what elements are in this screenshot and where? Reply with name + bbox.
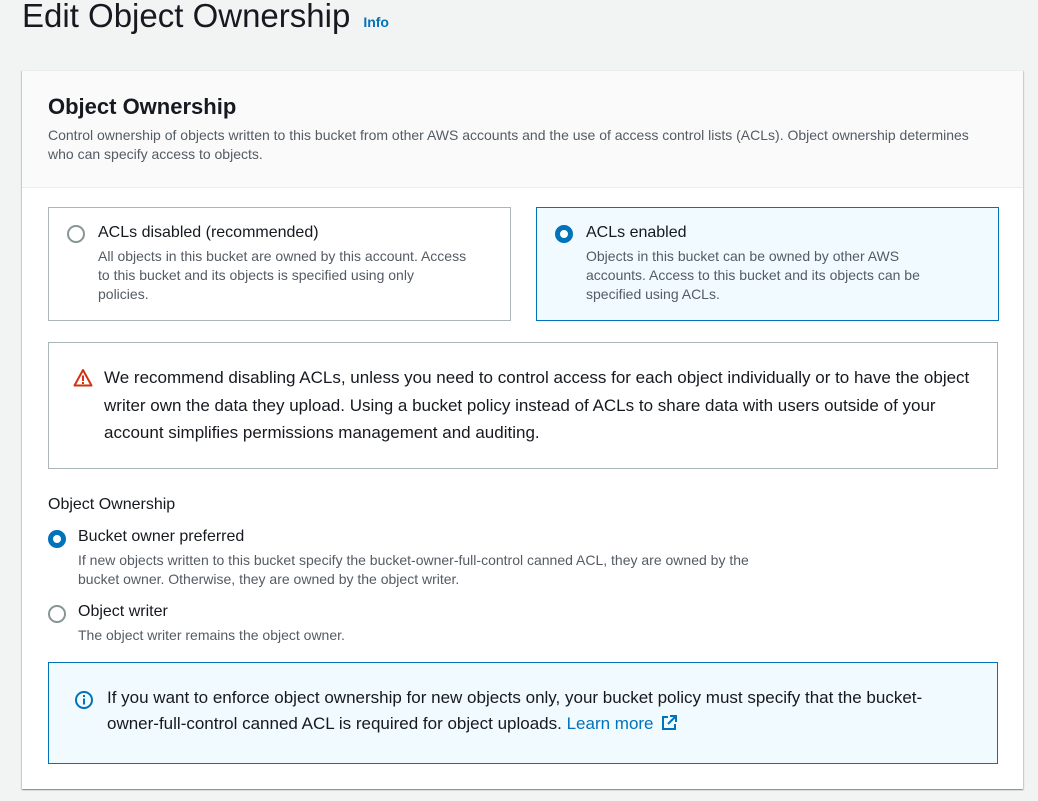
option-bucket-owner-preferred[interactable]: Bucket owner preferred If new objects wr… <box>48 526 768 587</box>
info-text: If you want to enforce object ownership … <box>107 688 923 733</box>
panel-title: Object Ownership <box>48 94 237 119</box>
page-header: Edit Object Ownership Info <box>22 0 389 40</box>
tile-acls-enabled[interactable]: ACLs enabled Objects in this bucket can … <box>536 207 999 321</box>
panel-header: Object Ownership Control ownership of ob… <box>22 71 1023 188</box>
object-ownership-panel: Object Ownership Control ownership of ob… <box>22 70 1023 789</box>
info-link[interactable]: Info <box>363 14 389 30</box>
tile-description: All objects in this bucket are owned by … <box>98 248 467 302</box>
radio-object-writer[interactable] <box>48 605 66 623</box>
ownership-field-label: Object Ownership <box>48 496 176 513</box>
page-title: Edit Object Ownership <box>22 0 351 34</box>
tile-label: ACLs disabled (recommended) <box>98 224 319 241</box>
learn-more-link[interactable]: Learn more <box>567 714 678 733</box>
option-object-writer[interactable]: Object writer The object writer remains … <box>48 601 768 645</box>
option-label: Object writer <box>78 603 168 620</box>
warning-text: We recommend disabling ACLs, unless you … <box>104 368 970 442</box>
radio-acls-disabled[interactable] <box>67 225 85 243</box>
external-link-icon <box>661 715 677 730</box>
tile-acls-disabled[interactable]: ACLs disabled (recommended) All objects … <box>48 207 511 321</box>
warning-icon <box>73 369 93 387</box>
info-alert-text: If you want to enforce object ownership … <box>107 685 967 737</box>
radio-bucket-owner-preferred[interactable] <box>48 530 66 548</box>
option-description: The object writer remains the object own… <box>78 627 345 643</box>
radio-acls-enabled[interactable] <box>555 225 573 243</box>
learn-more-label: Learn more <box>566 714 654 733</box>
ownership-info-alert: If you want to enforce object ownership … <box>48 662 998 764</box>
info-icon <box>75 691 93 709</box>
panel-description: Control ownership of objects written to … <box>48 127 969 162</box>
acl-warning-alert: We recommend disabling ACLs, unless you … <box>48 342 998 469</box>
tile-label: ACLs enabled <box>586 224 687 241</box>
option-description: If new objects written to this bucket sp… <box>78 552 749 587</box>
tile-description: Objects in this bucket can be owned by o… <box>586 248 920 302</box>
option-label: Bucket owner preferred <box>78 528 245 545</box>
